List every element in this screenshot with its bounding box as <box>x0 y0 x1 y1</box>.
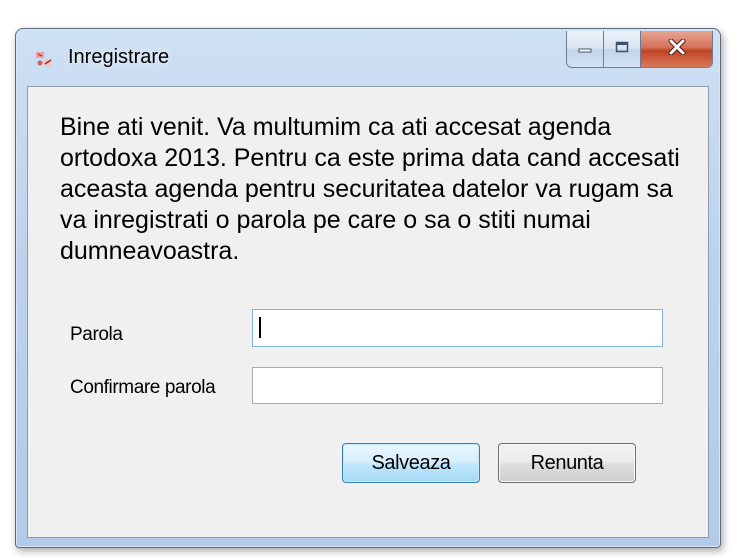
cancel-button[interactable]: Renunta <box>498 443 636 483</box>
minimize-button[interactable] <box>567 31 604 67</box>
maximize-icon <box>615 40 629 58</box>
close-icon <box>668 38 686 60</box>
maximize-button[interactable] <box>604 31 641 67</box>
confirm-password-label: Confirmare parola <box>70 377 216 398</box>
window-title: Inregistrare <box>68 46 170 68</box>
minimize-icon <box>578 40 592 58</box>
save-button[interactable]: Salveaza <box>342 443 480 483</box>
registration-window: Inregistrare Bine ati venit. Va multumim… <box>15 28 721 548</box>
password-label: Parola <box>70 324 123 345</box>
close-button[interactable] <box>641 31 712 67</box>
app-icon <box>35 50 53 68</box>
text-caret <box>259 317 261 338</box>
confirm-password-input[interactable] <box>252 367 663 404</box>
caption-buttons <box>566 31 713 68</box>
title-bar[interactable]: Inregistrare <box>16 29 720 85</box>
welcome-message: Bine ati venit. Va multumim ca ati acces… <box>60 113 680 265</box>
dialog-content: Bine ati venit. Va multumim ca ati acces… <box>27 86 709 538</box>
password-input[interactable] <box>252 309 663 347</box>
